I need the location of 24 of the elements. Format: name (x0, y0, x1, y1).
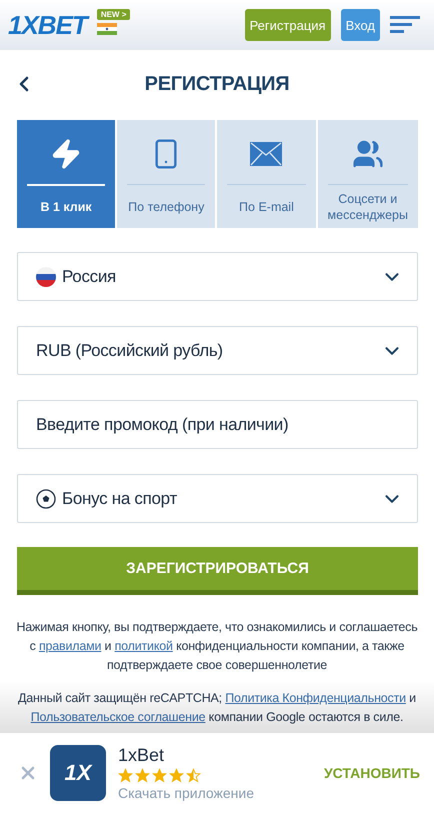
select-field[interactable]: Бонус на спорт (17, 474, 418, 523)
app-icon: 1X (50, 745, 106, 801)
tab[interactable]: По телефону (117, 120, 216, 228)
app-subtitle: Скачать приложение (118, 785, 256, 801)
text-link[interactable]: политикой (114, 639, 173, 653)
login-button[interactable]: Вход (340, 9, 380, 41)
register-button[interactable]: Регистрация (244, 9, 331, 41)
submit-button[interactable]: ЗАРЕГИСТРИРОВАТЬСЯ (17, 547, 418, 595)
select-field[interactable]: RUB (Российский рубль) (17, 326, 418, 375)
logo[interactable]: 1XBET (8, 10, 87, 40)
legal-text: Нажимая кнопку, вы подтверждаете, что ознакомились и соглашаетесь с правилами и политикой конфиденциальности компании, а также подтверждаете свое совершеннолетие (15, 619, 419, 674)
text-link[interactable]: Пользовательское соглашение (30, 710, 206, 724)
text-link[interactable]: Политика Конфиденциальности (225, 691, 406, 705)
promo-code-field[interactable]: Введите промокод (при наличии) (17, 400, 418, 449)
app-name: 1xBet (118, 745, 166, 766)
page-title: РЕГИСТРАЦИЯ (144, 72, 290, 96)
select-field[interactable]: Россия (17, 252, 418, 301)
tab[interactable]: По E-mail (217, 120, 316, 228)
text-link[interactable]: правилами (38, 639, 102, 653)
new-badge[interactable]: NEW > (96, 9, 130, 20)
tab[interactable]: В 1 клик (17, 120, 116, 228)
tab[interactable]: Соцсети и мессенджеры (318, 120, 418, 228)
legal-text: Данный сайт защищён reCAPTCHA; Политика Конфиденциальности и Пользовательское соглашение компании Google остаются в силе. (17, 690, 417, 726)
install-button[interactable]: УСТАНОВИТЬ (324, 765, 420, 781)
